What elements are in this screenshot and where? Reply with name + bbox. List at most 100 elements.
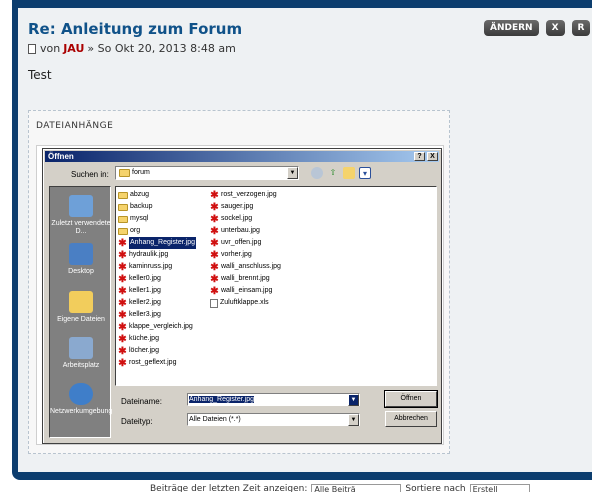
cancel-button[interactable]: Abbrechen — [385, 411, 437, 427]
image-file-icon: ✱ — [210, 249, 219, 261]
filename-input[interactable]: Anhang_Register.jpg ▼ — [187, 393, 360, 406]
file-name: Zuluftklappe.xls — [220, 299, 269, 306]
place-my-documents[interactable]: Eigene Dateien — [50, 291, 112, 324]
attachments-box: DATEIANHÄNGE Öffnen ? X Suchen in: forum… — [28, 110, 450, 454]
image-file-icon: ✱ — [118, 321, 127, 333]
lookin-label: Suchen in: — [71, 170, 109, 179]
file-item[interactable]: ✱ sauger.jpg — [210, 201, 253, 213]
file-item[interactable]: ✱ klappe_vergleich.jpg — [118, 321, 193, 333]
filetype-select[interactable]: Alle Dateien (*.*) ▼ — [187, 413, 360, 426]
report-button[interactable]: R — [571, 20, 591, 36]
image-file-icon: ✱ — [118, 345, 127, 357]
file-list[interactable]: abzug backup mysql org ✱ Anhang_Register.jpg ✱… — [115, 186, 437, 386]
file-item[interactable]: ✱ vorher.jpg — [210, 249, 252, 261]
chevron-down-icon[interactable]: ▼ — [287, 167, 298, 179]
file-item[interactable]: ✱ kaminruss.jpg — [118, 261, 172, 273]
file-item[interactable]: ✱ rost_geflext.jpg — [118, 357, 176, 369]
file-name: mysql — [130, 215, 149, 222]
edit-button[interactable]: ÄNDERN — [484, 20, 539, 36]
file-item[interactable]: ✱ hydraulik.jpg — [118, 249, 168, 261]
filename-value: Anhang_Register.jpg — [189, 396, 254, 403]
file-name: vorher.jpg — [221, 251, 252, 258]
open-button[interactable]: Öffnen — [384, 390, 438, 408]
file-item[interactable]: ✱ walli_anschluss.jpg — [210, 261, 281, 273]
file-item[interactable]: ✱ unterbau.jpg — [210, 225, 260, 237]
image-file-icon: ✱ — [118, 261, 127, 273]
network-icon — [69, 383, 93, 405]
file-item[interactable]: backup — [118, 201, 153, 213]
file-name: keller3.jpg — [129, 311, 161, 318]
file-name: rost_verzogen.jpg — [221, 191, 277, 198]
attachment-image[interactable]: Öffnen ? X Suchen in: forum ▼ ⇧ ▾ Zuletz… — [36, 145, 444, 445]
file-item[interactable]: ✱ walli_brennt.jpg — [210, 273, 270, 285]
file-name: keller1.jpg — [129, 287, 161, 294]
file-name: kaminruss.jpg — [129, 263, 173, 270]
file-item[interactable]: Zuluftklappe.xls — [210, 297, 269, 309]
file-name: sockel.jpg — [221, 215, 253, 222]
image-file-icon: ✱ — [210, 201, 219, 213]
close-button[interactable]: X — [427, 152, 438, 161]
filetype-label: Dateityp: — [121, 417, 153, 426]
post-title[interactable]: Re: Anleitung zum Forum — [28, 20, 242, 38]
view-menu-icon[interactable]: ▾ — [359, 167, 371, 179]
file-item[interactable]: ✱ keller1.jpg — [118, 285, 161, 297]
place-network[interactable]: Netzwerkumgebung — [50, 383, 112, 416]
image-file-icon: ✱ — [210, 237, 219, 249]
chevron-down-icon[interactable]: ▼ — [348, 414, 359, 426]
file-item[interactable]: ✱ keller3.jpg — [118, 309, 161, 321]
file-item[interactable]: ✱ keller2.jpg — [118, 297, 161, 309]
post-author[interactable]: JAU — [63, 42, 84, 55]
up-folder-icon[interactable]: ⇧ — [327, 167, 339, 179]
excel-file-icon — [210, 298, 218, 308]
image-file-icon: ✱ — [118, 249, 127, 261]
place-label: Arbeitsplatz — [62, 362, 100, 369]
file-name: walli_anschluss.jpg — [221, 263, 281, 270]
show-posts-select[interactable]: Alle Beiträ — [311, 484, 402, 492]
image-file-icon: ✱ — [210, 261, 219, 273]
file-item[interactable]: abzug — [118, 189, 149, 201]
dialog-title: Öffnen — [48, 152, 74, 161]
folder-icon — [118, 203, 128, 211]
file-name: walli_brennt.jpg — [221, 275, 270, 282]
sort-select[interactable]: Erstell — [469, 484, 530, 492]
sort-label: Sortiere nach — [405, 484, 466, 492]
file-item[interactable]: ✱ löcher.jpg — [118, 345, 159, 357]
post-body: Test — [28, 68, 52, 82]
image-file-icon: ✱ — [210, 285, 219, 297]
chevron-down-icon[interactable]: ▼ — [348, 394, 359, 406]
post-icon[interactable] — [28, 43, 36, 54]
delete-button[interactable]: X — [545, 20, 565, 36]
file-item[interactable]: mysql — [118, 213, 148, 225]
file-item[interactable]: ✱ walli_einsam.jpg — [210, 285, 272, 297]
my-computer-icon — [69, 337, 93, 359]
footer-bar: Beiträge der letzten Zeit anzeigen: Alle… — [150, 484, 530, 492]
file-item[interactable]: ✱ sockel.jpg — [210, 213, 252, 225]
file-name: löcher.jpg — [129, 347, 159, 354]
lookin-combo[interactable]: forum ▼ — [115, 166, 299, 180]
dialog-toolbar: ⇧ ▾ — [311, 167, 371, 179]
place-desktop[interactable]: Desktop — [50, 243, 112, 276]
file-item[interactable]: ✱ rost_verzogen.jpg — [210, 189, 277, 201]
my-documents-icon — [69, 291, 93, 313]
folder-icon — [118, 191, 128, 199]
file-item[interactable]: org — [118, 225, 140, 237]
help-button[interactable]: ? — [414, 152, 425, 161]
file-item[interactable]: ✱ küche.jpg — [118, 333, 159, 345]
meta-prefix: von — [40, 42, 61, 55]
file-item[interactable]: ✱ uvr_offen.jpg — [210, 237, 261, 249]
new-folder-icon[interactable] — [343, 167, 355, 179]
file-item[interactable]: ✱ keller0.jpg — [118, 273, 161, 285]
file-name: walli_einsam.jpg — [221, 287, 273, 294]
desktop-icon — [69, 243, 93, 265]
file-item[interactable]: ✱ Anhang_Register.jpg — [118, 237, 196, 249]
file-name: abzug — [130, 191, 150, 198]
file-name: backup — [130, 203, 153, 210]
place-my-computer[interactable]: Arbeitsplatz — [50, 337, 112, 370]
image-file-icon: ✱ — [118, 237, 127, 249]
image-file-icon: ✱ — [210, 273, 219, 285]
file-name: uvr_offen.jpg — [221, 239, 262, 246]
image-file-icon: ✱ — [118, 297, 127, 309]
image-file-icon: ✱ — [118, 309, 127, 321]
place-recent[interactable]: Zuletzt verwendete D... — [50, 195, 112, 236]
back-icon[interactable] — [311, 167, 323, 179]
